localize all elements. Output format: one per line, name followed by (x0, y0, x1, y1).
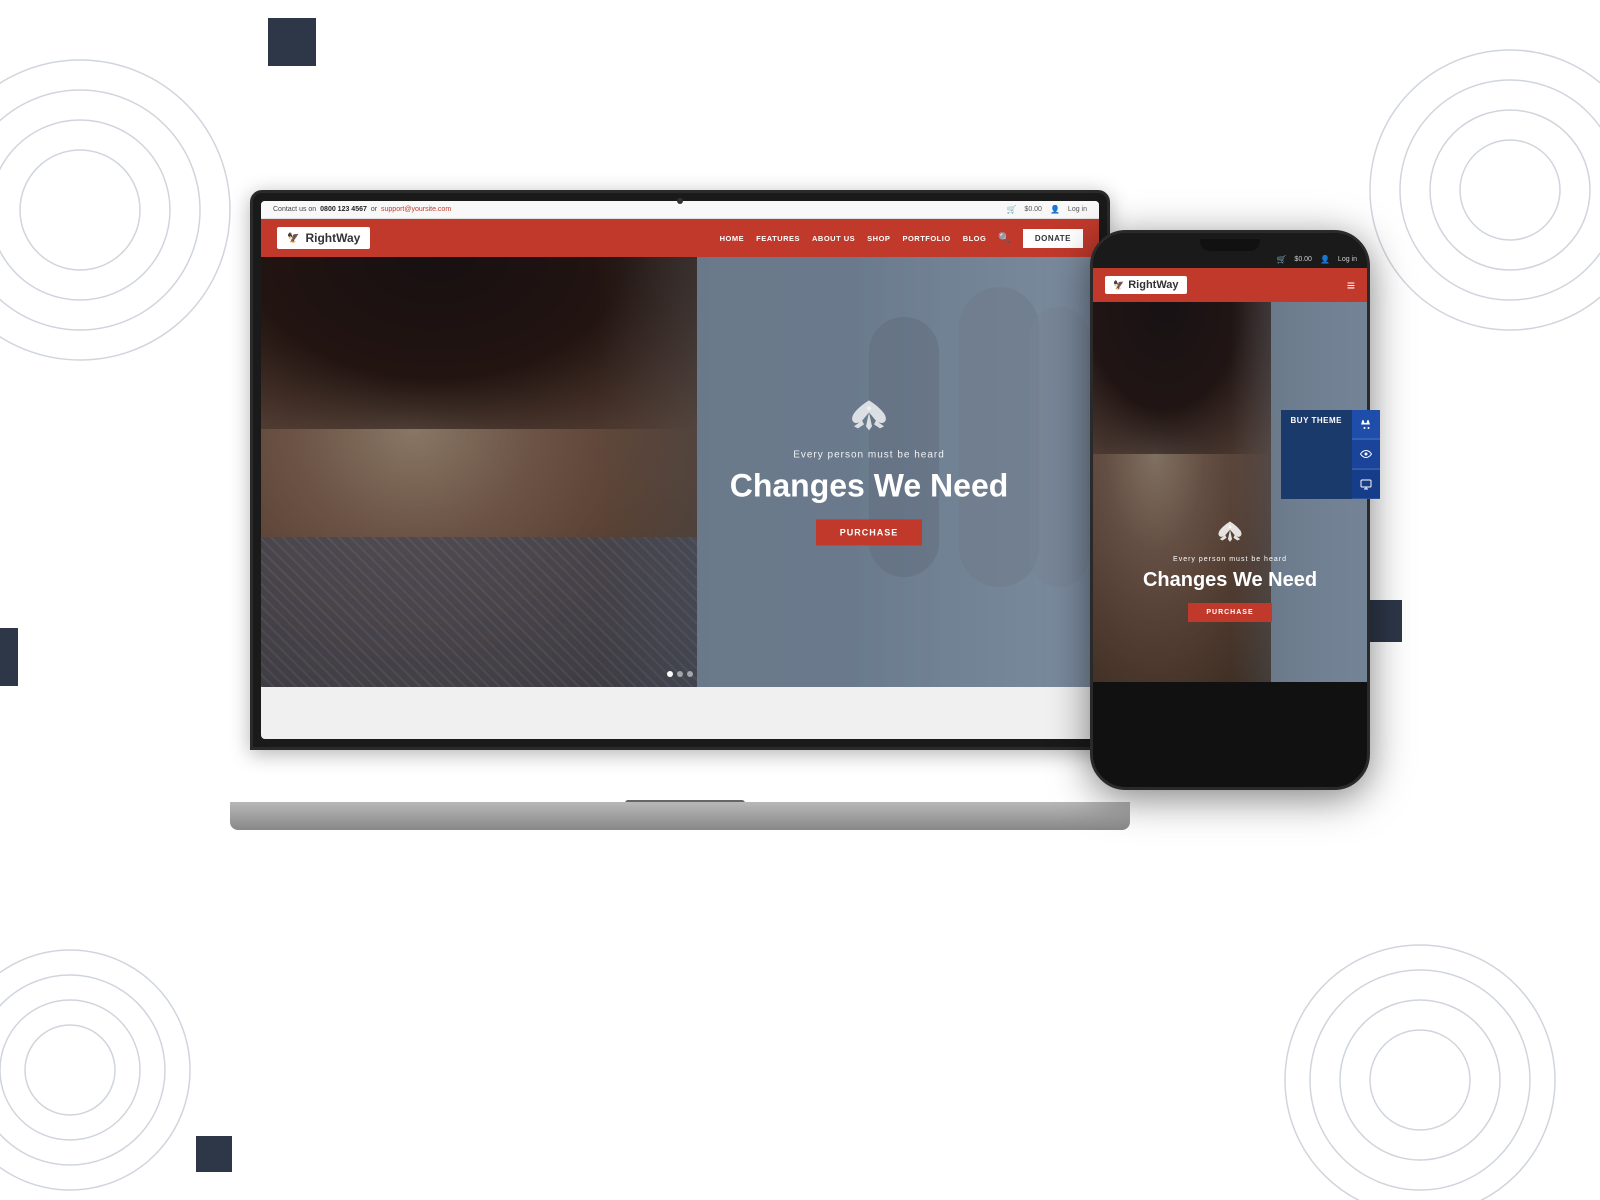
slider-dots (667, 671, 693, 677)
nav-blog[interactable]: BLOG (963, 234, 987, 243)
contact-text: Contact us on (273, 206, 316, 213)
buy-theme-button[interactable]: BUY THEME (1281, 410, 1352, 499)
donate-button[interactable]: DONATE (1023, 229, 1083, 248)
nav-shop[interactable]: SHOP (867, 234, 890, 243)
nav-features[interactable]: FEATURES (756, 234, 800, 243)
buy-theme-row: BUY THEME (1281, 410, 1380, 499)
phone-hero-content: Every person must be heard Changes We Ne… (1120, 520, 1340, 622)
laptop-device: Contact us on 0800 123 4567 or support@y… (250, 190, 1120, 830)
nav-home[interactable]: HOME (720, 234, 745, 243)
slider-dot-2[interactable] (677, 671, 683, 677)
phone-logo-text: RightWay (1128, 279, 1178, 291)
phone-hero-eagle (1120, 520, 1340, 552)
hamburger-icon[interactable]: ≡ (1347, 277, 1355, 293)
devices-wrapper: Contact us on 0800 123 4567 or support@y… (200, 150, 1400, 1050)
login-text: Log in (1068, 206, 1087, 213)
cart-theme-icon[interactable] (1352, 410, 1380, 439)
buy-theme-overlay: BUY THEME (1281, 410, 1380, 499)
laptop-base (230, 802, 1130, 830)
nav-links: HOME FEATURES ABOUT US SHOP PORTFOLIO BL… (720, 229, 1083, 248)
laptop-body: Contact us on 0800 123 4567 or support@y… (250, 190, 1110, 750)
search-icon[interactable]: 🔍 (998, 233, 1010, 244)
slider-dot-3[interactable] (687, 671, 693, 677)
hero-eagle-emblem (679, 398, 1059, 443)
topbar-right: 🛒 $0.00 👤 Log in (1006, 205, 1087, 214)
contact-phone: 0800 123 4567 (320, 206, 367, 213)
phone-cart-icon: 🛒 (1276, 255, 1286, 264)
topbar-contact: Contact us on 0800 123 4567 or support@y… (273, 206, 451, 213)
contact-email: support@yoursite.com (381, 206, 451, 213)
phone-device: 🛒 $0.00 👤 Log in 🦅 RightWay ≡ (1090, 230, 1370, 790)
phone-user-icon: 👤 (1320, 255, 1330, 264)
phone-logo: 🦅 RightWay (1105, 276, 1187, 294)
logo-eagle-icon: 🦅 (287, 233, 299, 244)
screen-theme-icon[interactable] (1352, 469, 1380, 499)
phone-cart-amount: $0.00 (1294, 256, 1312, 263)
cart-icon: 🛒 (1006, 205, 1016, 214)
theme-icon-buttons (1352, 410, 1380, 499)
site-navbar: 🦅 RightWay HOME FEATURES ABOUT US SHOP P… (261, 219, 1099, 257)
user-icon: 👤 (1050, 205, 1060, 214)
phone-screen: 🛒 $0.00 👤 Log in 🦅 RightWay ≡ (1093, 233, 1367, 787)
slider-dot-1[interactable] (667, 671, 673, 677)
laptop-screen: Contact us on 0800 123 4567 or support@y… (261, 201, 1099, 739)
eye-theme-icon[interactable] (1352, 439, 1380, 469)
hero-cta-button[interactable]: PURCHASE (816, 520, 923, 546)
nav-portfolio[interactable]: PORTFOLIO (902, 234, 950, 243)
logo-text: RightWay (305, 231, 360, 245)
main-content: Contact us on 0800 123 4567 or support@y… (0, 0, 1600, 1200)
contact-or: or (371, 206, 377, 213)
phone-hero-cta[interactable]: PURCHASE (1188, 603, 1271, 622)
phone-body: 🛒 $0.00 👤 Log in 🦅 RightWay ≡ (1090, 230, 1370, 790)
phone-login-text: Log in (1338, 256, 1357, 263)
cart-amount: $0.00 (1024, 206, 1042, 213)
phone-hero-title: Changes We Need (1120, 569, 1340, 591)
hero-title: Changes We Need (679, 468, 1059, 503)
phone-navbar: 🦅 RightWay ≡ (1093, 268, 1367, 302)
phone-notch (1200, 239, 1260, 251)
nav-about[interactable]: ABOUT US (812, 234, 855, 243)
hero-subtitle: Every person must be heard (679, 449, 1059, 460)
site-logo: 🦅 RightWay (277, 227, 370, 249)
laptop-camera (677, 198, 683, 204)
phone-logo-eagle: 🦅 (1113, 280, 1124, 291)
phone-hero-subtitle: Every person must be heard (1120, 556, 1340, 563)
hero-content: Every person must be heard Changes We Ne… (679, 398, 1059, 545)
site-hero: Every person must be heard Changes We Ne… (261, 257, 1099, 687)
